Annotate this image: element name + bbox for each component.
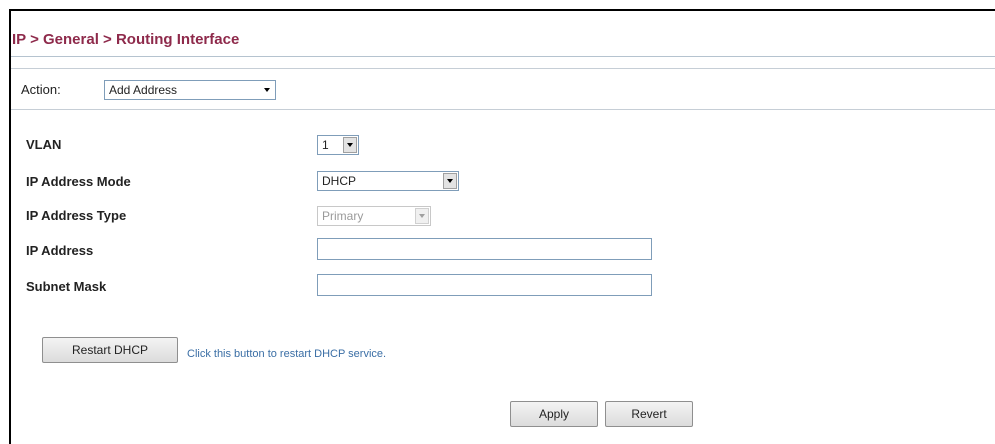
chevron-down-icon — [415, 208, 429, 224]
ip-address-mode-label: IP Address Mode — [26, 174, 131, 189]
ip-address-type-label: IP Address Type — [26, 208, 127, 223]
restart-dhcp-button[interactable]: Restart DHCP — [42, 337, 178, 363]
vlan-select[interactable]: 1 — [317, 135, 359, 155]
page-title: IP > General > Routing Interface — [12, 31, 240, 48]
subnet-mask-input[interactable] — [317, 274, 652, 296]
vlan-label: VLAN — [26, 137, 62, 152]
ip-address-input[interactable] — [317, 238, 652, 260]
restart-dhcp-hint: Click this button to restart DHCP servic… — [187, 348, 387, 360]
action-select[interactable]: Add Address — [104, 80, 276, 100]
apply-button[interactable]: Apply — [510, 401, 598, 427]
action-label: Action: — [21, 82, 61, 97]
ip-address-type-select: Primary — [317, 206, 431, 226]
chevron-down-icon[interactable] — [443, 173, 457, 189]
ip-address-mode-select[interactable]: DHCP — [317, 171, 459, 191]
subnet-mask-label: Subnet Mask — [26, 279, 107, 294]
title-divider — [11, 56, 995, 57]
ip-address-type-value: Primary — [322, 209, 364, 223]
action-select-value: Add Address — [109, 83, 178, 97]
chevron-down-icon[interactable] — [260, 82, 274, 98]
ip-address-mode-value: DHCP — [322, 174, 357, 188]
vlan-select-value: 1 — [322, 138, 329, 152]
chevron-down-icon[interactable] — [343, 137, 357, 153]
revert-button[interactable]: Revert — [605, 401, 693, 427]
ip-address-label: IP Address — [26, 243, 94, 258]
